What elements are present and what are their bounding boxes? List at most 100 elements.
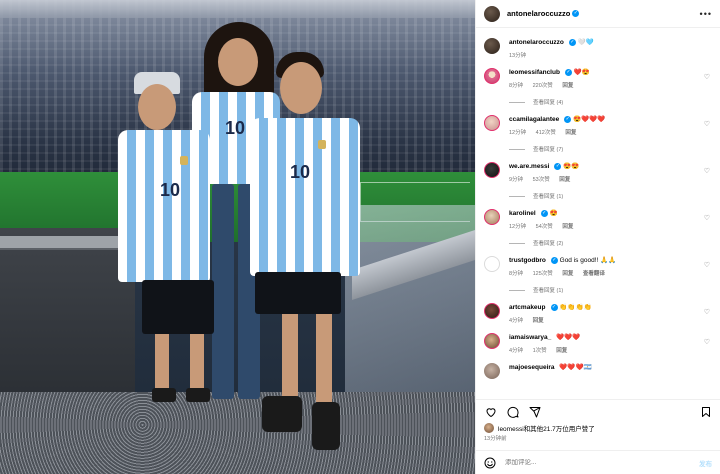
reply-button[interactable]: 回复 [562,224,573,230]
commenter-username[interactable]: ccamilagalantee [509,116,559,123]
comment-like-heart-icon[interactable]: ♡ [704,120,710,128]
verified-badge-icon: ✓ [564,68,572,76]
commenter-username[interactable]: majoesequeira [509,364,555,371]
commenter-avatar[interactable] [484,256,500,272]
comment-time[interactable]: 4分钟 [509,348,523,354]
view-replies-label: 查看回复 (7) [533,147,564,153]
commenter-avatar[interactable] [484,209,500,225]
comment-like-heart-icon[interactable]: ♡ [704,338,710,346]
see-translation-button[interactable]: 查看翻译 [583,271,605,277]
comment-item: artcmakeup ✓ 👏👏👏👏 4分钟 回复 ♡ [484,303,712,324]
comment-likes[interactable]: 220次赞 [533,83,553,89]
comment-icon[interactable] [506,405,519,418]
verified-badge-icon: ✓ [572,10,580,17]
commenter-username[interactable]: trustgodbro [509,257,546,264]
reply-button[interactable]: 回复 [556,348,567,354]
caption-time[interactable]: 13分钟 [509,53,526,59]
caption-username[interactable]: antonelaroccuzzo [509,39,564,46]
commenter-avatar[interactable] [484,68,500,84]
comment-like-heart-icon[interactable]: ♡ [704,214,710,222]
verified-badge-icon: ✓ [550,303,558,311]
comment-like-heart-icon[interactable]: ♡ [704,261,710,269]
post-side-panel: antonelaroccuzzo ✓ ••• antonelaroccuzzo ✓… [475,0,720,474]
comment-item: iamaiswarya_ ❤️❤️❤️ 4分钟 1次赞 回复 ♡ [484,333,712,354]
post-header: antonelaroccuzzo ✓ ••• [476,0,720,28]
bookmark-icon[interactable] [699,405,712,418]
comment-likes[interactable]: 1次赞 [533,348,547,354]
commenter-username[interactable]: leomessifanclub [509,69,560,76]
author-username[interactable]: antonelaroccuzzo [507,9,570,18]
comment-text: 😍 [549,210,558,217]
commenter-username[interactable]: artcmakeup [509,304,546,311]
comment-text: 😍😍 [563,163,580,170]
comment-time[interactable]: 8分钟 [509,271,523,277]
caption-avatar[interactable] [484,38,500,54]
likes-summary-text: leomessi和其他21.7万位用户赞了 [498,426,595,433]
comment-item: majoesequeira ❤️❤️❤️🇦🇷 [484,363,712,379]
commenter-avatar[interactable] [484,303,500,319]
verified-badge-icon: ✓ [564,115,572,123]
post-timestamp[interactable]: 13分钟前 [484,434,507,442]
post-actions-bar [476,399,720,423]
post-photo[interactable]: 10 10 10 [0,0,475,474]
verified-badge-icon: ✓ [550,256,558,264]
commenter-avatar[interactable] [484,115,500,131]
caption-text: 🤍🩵 [577,39,594,46]
author-avatar[interactable] [484,5,500,22]
comment-time[interactable]: 12分钟 [509,130,526,136]
reply-button[interactable]: 回复 [565,130,576,136]
view-replies-label: 查看回复 (4) [533,100,564,106]
comment-likes[interactable]: 412次赞 [536,130,556,136]
comment-text: 👏👏👏👏 [559,304,592,311]
view-replies-button[interactable]: 查看回复 (1) [509,192,712,200]
view-replies-label: 查看回复 (1) [533,194,564,200]
view-replies-button[interactable]: 查看回复 (7) [509,145,712,153]
verified-badge-icon: ✓ [568,38,576,46]
view-replies-button[interactable]: 查看回复 (2) [509,239,712,247]
commenter-username[interactable]: we.are.messi [509,163,549,170]
comment-item: we.are.messi ✓ 😍😍 9分钟 53次赞 回复 ♡ [484,162,712,183]
divider-line [509,148,525,150]
comment-time[interactable]: 12分钟 [509,224,526,230]
comment-time[interactable]: 9分钟 [509,177,523,183]
comment-composer: 发布 [476,450,720,474]
comment-likes[interactable]: 53次赞 [533,177,550,183]
view-replies-button[interactable]: 查看回复 (1) [509,286,712,294]
commenter-avatar[interactable] [484,363,500,379]
commenter-username[interactable]: iamaiswarya_ [509,334,551,341]
view-replies-button[interactable]: 查看回复 (4) [509,98,712,106]
comment-input[interactable] [505,459,699,466]
suite-railing [0,236,120,250]
comment-like-heart-icon[interactable]: ♡ [704,167,710,175]
commenter-username[interactable]: karolinel [509,210,536,217]
share-icon[interactable] [528,405,541,418]
view-replies-label: 查看回复 (1) [533,288,564,294]
reply-button[interactable]: 回复 [559,177,570,183]
comment-item: trustgodbro ✓ God is good!! 🙏🙏 8分钟 125次赞 … [484,256,712,277]
comment-time[interactable]: 8分钟 [509,83,523,89]
smile-icon[interactable] [484,457,496,469]
comment-text: God is good!! 🙏🙏 [559,257,617,264]
comment-likes[interactable]: 125次赞 [533,271,553,277]
divider-line [509,289,525,291]
comment-likes[interactable]: 54次赞 [536,224,553,230]
heart-icon[interactable] [484,405,497,418]
likes-summary[interactable]: leomessi和其他21.7万位用户赞了 [484,423,712,433]
comments-list[interactable]: antonelaroccuzzo ✓ 🤍🩵 13分钟 leomessifanclu… [476,29,720,399]
commenter-avatar[interactable] [484,333,500,349]
reply-button[interactable]: 回复 [533,318,544,324]
divider-line [509,242,525,244]
more-horizontal-icon[interactable]: ••• [700,9,712,19]
stadium-roof [0,0,475,18]
floor [0,392,475,474]
divider-line [509,195,525,197]
comment-like-heart-icon[interactable]: ♡ [704,73,710,81]
comment-time[interactable]: 4分钟 [509,318,523,324]
post-comment-button[interactable]: 发布 [699,458,712,468]
reply-button[interactable]: 回复 [562,83,573,89]
divider-line [509,101,525,103]
comment-like-heart-icon[interactable]: ♡ [704,308,710,316]
verified-badge-icon: ✓ [554,162,562,170]
reply-button[interactable]: 回复 [562,271,573,277]
commenter-avatar[interactable] [484,162,500,178]
